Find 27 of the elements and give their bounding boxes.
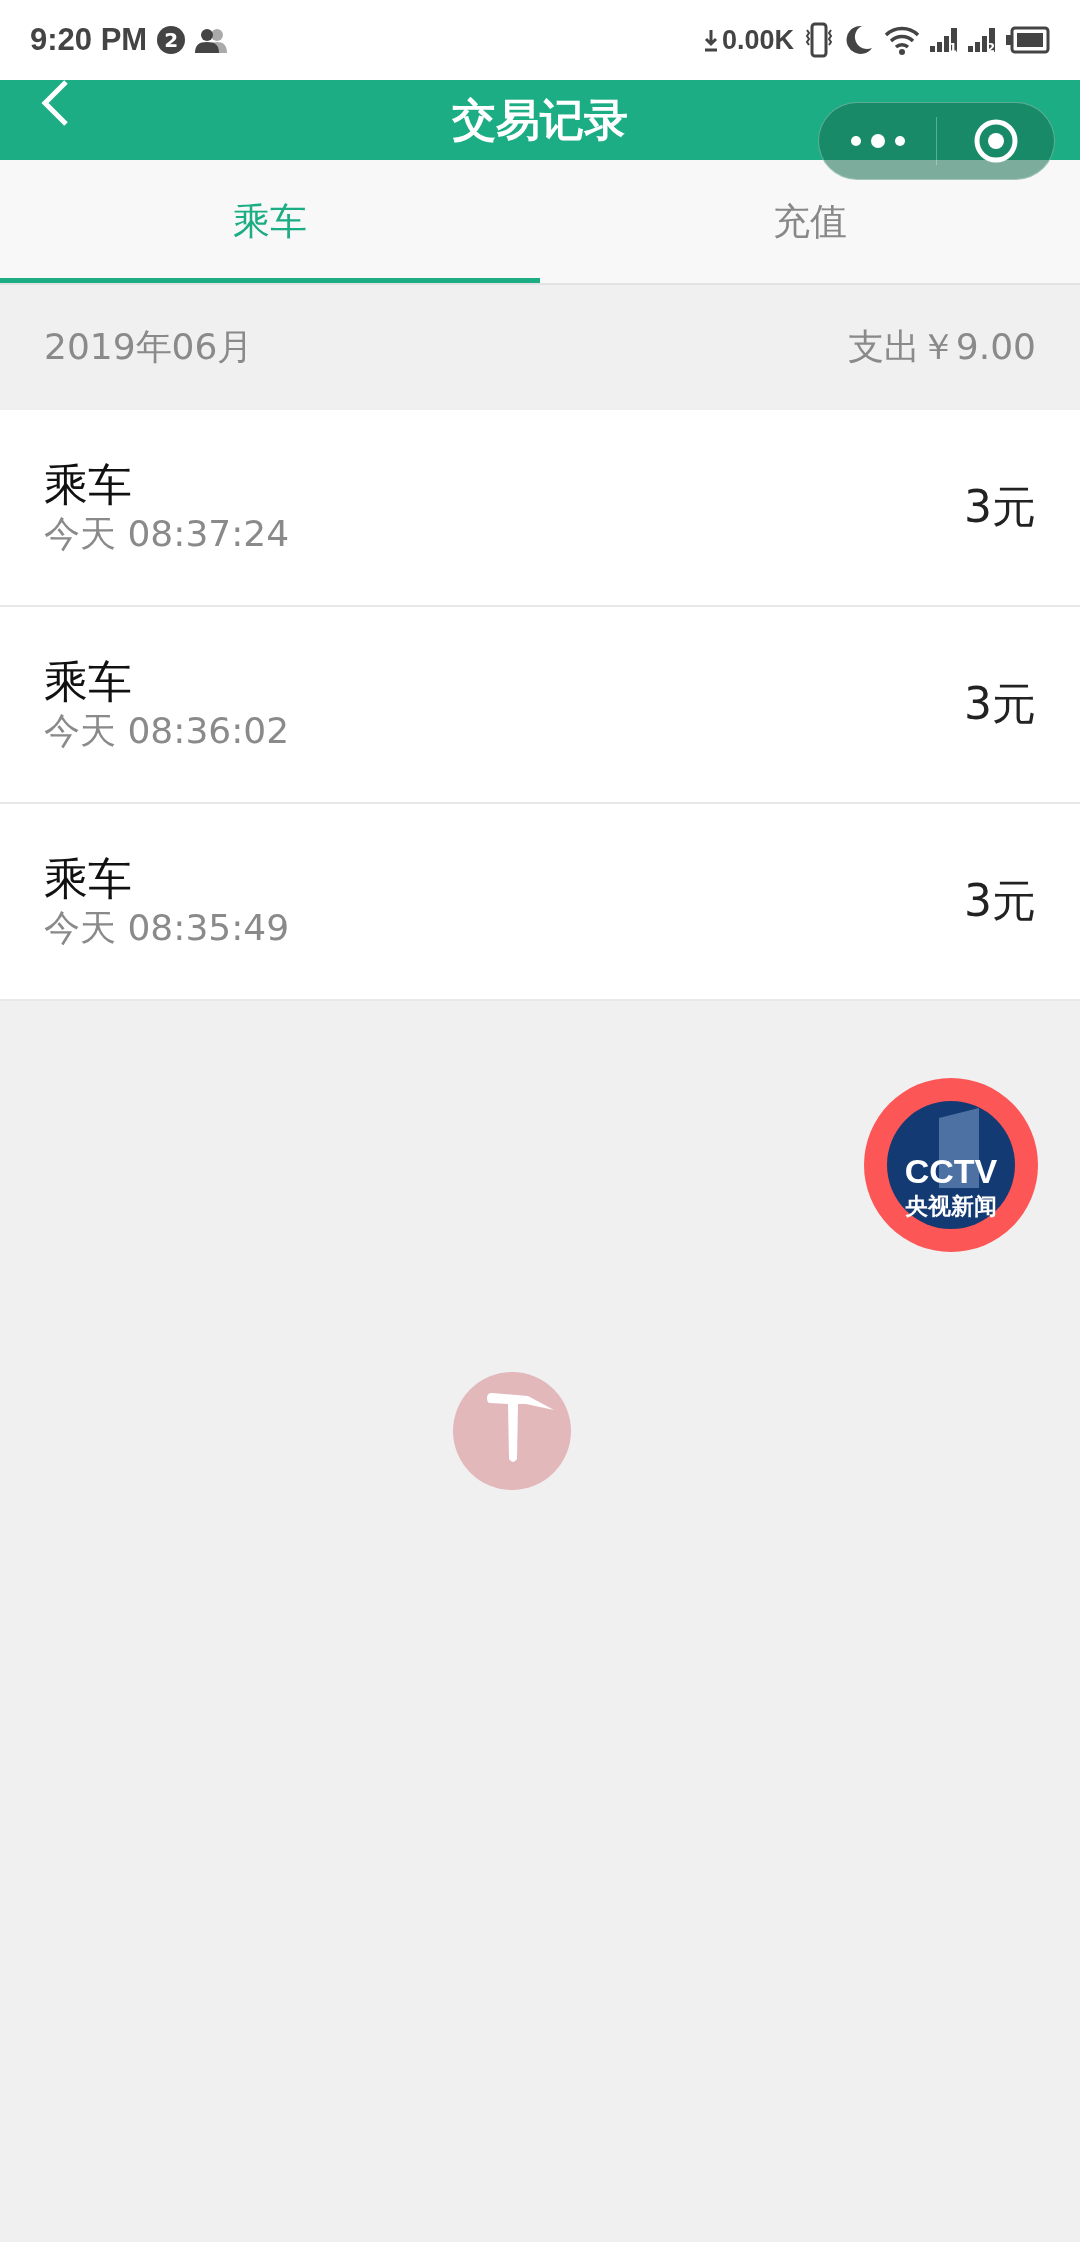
page-title: 交易记录 (452, 92, 628, 147)
notification-count: 2 (157, 26, 186, 54)
record-title: 乘车 (44, 458, 133, 511)
vibrate-icon (804, 22, 834, 58)
record-amount: 3元 (964, 480, 1036, 534)
more-icon (849, 134, 906, 148)
download-icon (703, 27, 718, 53)
floating-news-button[interactable]: CCTV 央视新闻 (864, 1078, 1038, 1252)
record-row[interactable]: 乘车 今天 08:37:24 3元 (0, 410, 1080, 607)
record-amount: 3元 (964, 677, 1036, 731)
record-row[interactable]: 乘车 今天 08:36:02 3元 (0, 607, 1080, 804)
moon-icon (844, 24, 874, 56)
network-speed: 0.00K (721, 24, 794, 56)
battery-icon (1006, 26, 1050, 54)
month-summary: 支出￥9.00 (847, 325, 1036, 369)
record-time: 今天 08:35:49 (44, 905, 290, 950)
record-row[interactable]: 乘车 今天 08:35:49 3元 (0, 804, 1080, 1001)
logo-text: CCTV (904, 1152, 998, 1190)
logo-caption: 央视新闻 (905, 1193, 997, 1219)
status-time: 9:20 PM (30, 22, 148, 58)
month-label: 2019年06月 (44, 325, 254, 369)
wifi-icon (884, 25, 920, 55)
record-amount: 3元 (964, 874, 1036, 928)
record-title: 乘车 (44, 655, 133, 708)
record-time: 今天 08:36:02 (44, 708, 290, 753)
record-title: 乘车 (44, 852, 133, 905)
record-time: 今天 08:37:24 (44, 511, 290, 556)
